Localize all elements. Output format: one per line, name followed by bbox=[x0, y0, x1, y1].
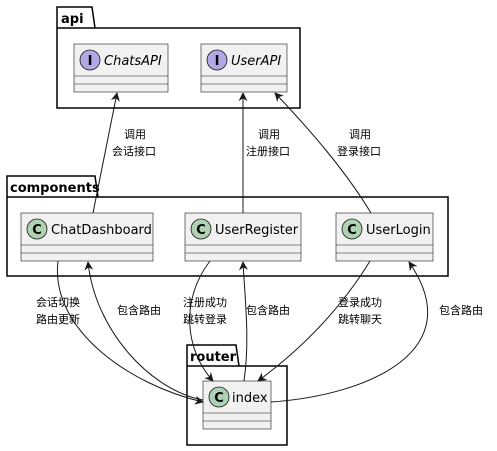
svg-text:包含路由: 包含路由 bbox=[439, 303, 483, 317]
class-userregister-name: UserRegister bbox=[215, 223, 299, 238]
interface-badge-letter: I bbox=[88, 54, 93, 69]
class-userregister[interactable]: C UserRegister bbox=[184, 212, 302, 262]
class-badge-letter: C bbox=[347, 223, 357, 238]
svg-text:注册成功: 注册成功 bbox=[183, 295, 227, 309]
package-components-title: components bbox=[10, 181, 100, 196]
class-chatdashboard-name: ChatDashboard bbox=[51, 223, 152, 238]
edge-index-to-dashboard bbox=[84, 261, 204, 401]
svg-text:会话切换: 会话切换 bbox=[36, 295, 80, 309]
class-chatsapi[interactable]: I ChatsAPI bbox=[73, 43, 169, 93]
class-badge-letter: C bbox=[214, 391, 224, 406]
edge-label-index-to-dashboard: 包含路由 bbox=[117, 303, 161, 317]
edge-label-login-to-index: 登录成功 跳转聊天 bbox=[338, 295, 382, 326]
edge-label-dashboard-to-index: 会话切换 路由更新 bbox=[36, 295, 80, 326]
interface-badge-letter: I bbox=[215, 54, 220, 69]
edge-label-index-to-login: 包含路由 bbox=[439, 303, 483, 317]
class-badge-letter: C bbox=[32, 223, 42, 238]
class-chatsapi-name: ChatsAPI bbox=[104, 54, 162, 69]
svg-text:路由更新: 路由更新 bbox=[36, 312, 80, 326]
class-chatdashboard[interactable]: C ChatDashboard bbox=[20, 212, 154, 262]
svg-text:注册接口: 注册接口 bbox=[246, 144, 290, 158]
edge-index-to-register bbox=[238, 261, 248, 382]
svg-text:会话接口: 会话接口 bbox=[112, 145, 156, 158]
svg-text:登录接口: 登录接口 bbox=[337, 144, 381, 158]
svg-text:跳转登录: 跳转登录 bbox=[183, 312, 227, 326]
svg-text:登录成功: 登录成功 bbox=[338, 295, 382, 309]
edge-label-dashboard-to-chatsapi: 调用 会话接口 bbox=[112, 128, 156, 158]
class-badge-letter: C bbox=[196, 223, 206, 238]
class-index-name: index bbox=[232, 391, 268, 406]
class-index[interactable]: C index bbox=[202, 380, 272, 430]
class-userapi-name: UserAPI bbox=[231, 54, 281, 69]
svg-text:包含路由: 包含路由 bbox=[117, 303, 161, 317]
diagram-canvas: api components router I ChatsAPI I UserA… bbox=[6, 6, 483, 446]
svg-text:调用: 调用 bbox=[349, 128, 371, 141]
svg-text:调用: 调用 bbox=[258, 128, 280, 141]
svg-text:调用: 调用 bbox=[124, 128, 146, 141]
class-userlogin[interactable]: C UserLogin bbox=[335, 212, 434, 262]
edge-label-index-to-register: 包含路由 bbox=[246, 303, 290, 317]
edge-label-login-to-userapi: 调用 登录接口 bbox=[337, 128, 381, 158]
class-userlogin-name: UserLogin bbox=[366, 223, 431, 238]
package-api-title: api bbox=[61, 12, 84, 27]
svg-text:包含路由: 包含路由 bbox=[246, 303, 290, 317]
class-userapi[interactable]: I UserAPI bbox=[200, 43, 288, 93]
edge-index-to-login bbox=[270, 261, 429, 403]
edge-label-register-to-userapi: 调用 注册接口 bbox=[246, 128, 290, 158]
edge-dashboard-to-index bbox=[57, 260, 204, 405]
svg-text:跳转聊天: 跳转聊天 bbox=[338, 312, 382, 326]
